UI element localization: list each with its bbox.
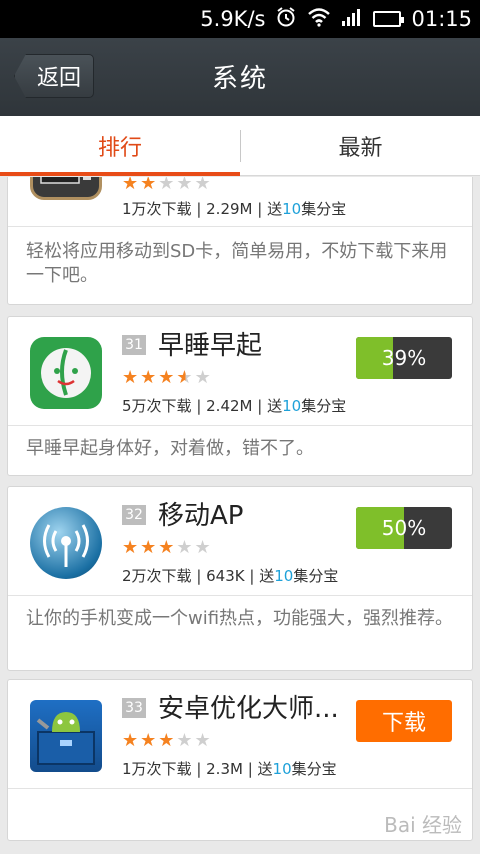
rating-stars: ★★★★★ <box>122 537 213 558</box>
tab-bar: 排行 最新 <box>0 116 480 176</box>
rating-stars: ★★★★★ <box>122 177 213 194</box>
tab-latest[interactable]: 最新 <box>241 116 480 176</box>
wifi-hotspot-icon <box>30 507 102 579</box>
rating-stars: ★★★★★ <box>122 367 213 388</box>
sd-card-icon: SD <box>30 177 102 200</box>
rank-badge: 32 <box>122 505 146 525</box>
title-bar: 返回 系统 <box>0 38 480 116</box>
progress-label: 39% <box>381 346 427 370</box>
app-name: 移动AP <box>158 501 244 531</box>
download-button[interactable]: 下载 <box>356 700 452 742</box>
android-toolbox-icon <box>30 700 102 772</box>
app-meta: 1万次下载 | 2.3M | 送10集分宝 <box>122 760 337 778</box>
progress-button[interactable]: 50% <box>356 507 452 549</box>
signal-icon <box>341 7 363 32</box>
app-name: 早睡早起 <box>158 331 263 361</box>
app-meta: 5万次下载 | 2.42M | 送10集分宝 <box>122 397 347 415</box>
app-card[interactable]: 32 移动AP ★★★★★ 2万次下载 | 643K | 送10集分宝 50% … <box>7 486 473 671</box>
divider <box>8 226 472 227</box>
network-speed: 5.9K/s <box>200 7 266 31</box>
app-description: 让你的手机变成一个wifi热点，功能强大，强烈推荐。 <box>26 608 454 629</box>
app-meta: 1万次下载 | 2.29M | 送10集分宝 <box>122 200 347 218</box>
divider <box>8 425 472 426</box>
wifi-icon <box>307 7 331 32</box>
battery-icon <box>373 11 405 27</box>
app-list[interactable]: SD ★★★★★ 1万次下载 | 2.29M | 送10集分宝 轻松将应用移动到… <box>0 177 480 854</box>
watermark: Bai 经验 <box>384 813 462 837</box>
alarm-icon <box>275 6 297 33</box>
page-title: 系统 <box>211 64 268 94</box>
clock: 01:15 <box>411 7 472 31</box>
progress-label: 50% <box>381 516 427 540</box>
rank-badge: 33 <box>122 698 146 718</box>
rating-stars: ★★★★★ <box>122 730 213 751</box>
svg-text:SD: SD <box>45 177 68 180</box>
clock-face-icon <box>30 337 102 409</box>
app-name: 安卓优化大师... <box>158 694 339 724</box>
divider <box>8 788 472 789</box>
progress-button[interactable]: 39% <box>356 337 452 379</box>
app-card[interactable]: SD ★★★★★ 1万次下载 | 2.29M | 送10集分宝 轻松将应用移动到… <box>7 177 473 305</box>
rank-badge: 31 <box>122 335 146 355</box>
tab-ranking[interactable]: 排行 <box>0 116 240 176</box>
app-description: 轻松将应用移动到SD卡，简单易用，不妨下载下来用一下吧。 <box>26 241 448 286</box>
divider <box>8 595 472 596</box>
app-meta: 2万次下载 | 643K | 送10集分宝 <box>122 567 339 585</box>
status-bar: 5.9K/s 01:15 <box>0 0 480 38</box>
app-description: 早睡早起身体好，对着做，错不了。 <box>26 438 314 459</box>
app-card[interactable]: 31 早睡早起 ★★★★★ 5万次下载 | 2.42M | 送10集分宝 39%… <box>7 316 473 476</box>
